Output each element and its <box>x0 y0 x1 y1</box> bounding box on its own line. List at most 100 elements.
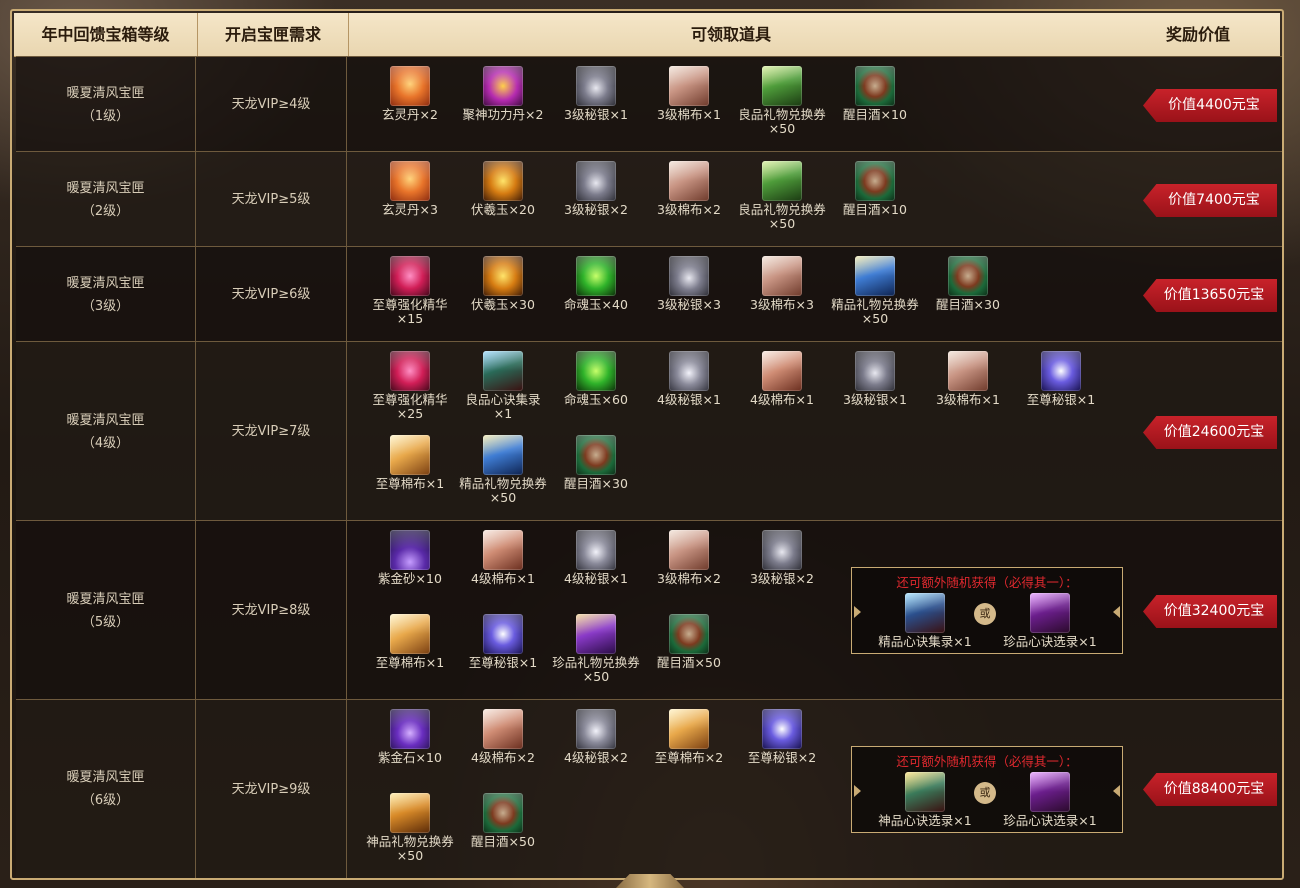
reward-item[interactable]: 醒目酒×50 <box>457 793 549 849</box>
reward-item[interactable]: 4级棉布×1 <box>457 530 549 586</box>
reward-item[interactable]: 3级棉布×3 <box>736 256 828 312</box>
supreme-silver-icon <box>483 614 523 654</box>
supreme-cloth-icon <box>390 614 430 654</box>
box-level-cell: 暖夏清风宝匣 （6级） <box>16 700 195 878</box>
column-divider <box>346 152 347 247</box>
reward-item[interactable]: 4级秘银×1 <box>643 351 735 407</box>
reward-item[interactable]: 至尊强化精华×25 <box>364 351 456 421</box>
reward-item[interactable]: 至尊棉布×2 <box>643 709 735 765</box>
reward-item-label: 醒目酒×10 <box>843 107 907 122</box>
supreme-essence-icon <box>390 256 430 296</box>
reward-item-label: 4级棉布×1 <box>750 392 814 407</box>
reward-item[interactable]: 命魂玉×60 <box>550 351 642 407</box>
silver-3-icon <box>762 530 802 570</box>
reward-item[interactable]: 4级棉布×2 <box>457 709 549 765</box>
reward-item-label: 至尊强化精华×15 <box>372 297 448 326</box>
reward-item-label: 3级棉布×1 <box>936 392 1000 407</box>
reward-value-badge: 价值32400元宝 <box>1143 595 1277 628</box>
extra-reward-item[interactable]: 珍品心诀选录×1 <box>995 593 1105 649</box>
reward-item[interactable]: 命魂玉×40 <box>550 256 642 312</box>
reward-item-label: 3级秘银×3 <box>657 297 721 312</box>
reward-item[interactable]: 3级秘银×2 <box>736 530 828 586</box>
reward-item[interactable]: 4级棉布×1 <box>736 351 828 407</box>
reward-item[interactable]: 聚神功力丹×2 <box>457 66 549 122</box>
reward-item[interactable]: 精品礼物兑换券×50 <box>457 435 549 505</box>
reward-item-label: 精品礼物兑换券×50 <box>831 297 919 326</box>
reward-item[interactable]: 醒目酒×10 <box>829 161 921 217</box>
extra-reward-label: 珍品心诀选录×1 <box>1003 813 1097 828</box>
silver-3-icon <box>855 351 895 391</box>
box-name: 暖夏清风宝匣 <box>66 591 145 607</box>
supreme-cloth-icon <box>390 435 430 475</box>
reward-item[interactable]: 3级棉布×2 <box>643 530 735 586</box>
reward-item[interactable]: 伏羲玉×20 <box>457 161 549 217</box>
table-header: 年中回馈宝箱等级 开启宝匣需求 可领取道具 奖励价值 <box>14 13 1280 57</box>
reward-item[interactable]: 醒目酒×30 <box>922 256 1014 312</box>
reward-item[interactable]: 至尊秘银×2 <box>736 709 828 765</box>
reward-item[interactable]: 至尊强化精华×15 <box>364 256 456 326</box>
extra-reward-item[interactable]: 珍品心诀选录×1 <box>995 772 1105 828</box>
reward-item[interactable]: 3级秘银×2 <box>550 161 642 217</box>
requirement-cell: 天龙VIP≥7级 <box>196 342 346 521</box>
reward-item[interactable]: 4级秘银×1 <box>550 530 642 586</box>
reward-item[interactable]: 玄灵丹×2 <box>364 66 456 122</box>
reward-item[interactable]: 精品礼物兑换券×50 <box>829 256 921 326</box>
reward-item[interactable]: 醒目酒×50 <box>643 614 735 670</box>
silver-3-icon <box>576 161 616 201</box>
box-level: （5级） <box>81 614 130 630</box>
reward-item[interactable]: 醒目酒×10 <box>829 66 921 122</box>
reward-item[interactable]: 至尊秘银×1 <box>1015 351 1107 407</box>
table-row: 暖夏清风宝匣 （3级） 天龙VIP≥6级 至尊强化精华×15 伏羲玉×30 命魂玉×40 3… <box>16 246 1282 342</box>
table-row: 暖夏清风宝匣 （5级） 天龙VIP≥8级 紫金砂×10 4级棉布×1 4级秘银×1 3级棉布… <box>16 520 1282 700</box>
reward-item[interactable]: 3级秘银×1 <box>550 66 642 122</box>
cloth-3-icon <box>669 66 709 106</box>
reward-item[interactable]: 至尊秘银×1 <box>457 614 549 670</box>
box-level-cell: 暖夏清风宝匣 （4级） <box>16 342 195 521</box>
reward-item[interactable]: 良品礼物兑换券×50 <box>736 161 828 231</box>
reward-item[interactable]: 3级棉布×1 <box>643 66 735 122</box>
xuanling-pill-icon <box>390 161 430 201</box>
right-arrow-icon <box>1113 785 1120 797</box>
box-level-cell: 暖夏清风宝匣 （5级） <box>16 521 195 700</box>
box-level-cell: 暖夏清风宝匣 （2级） <box>16 152 195 247</box>
reward-item-label: 4级棉布×1 <box>471 571 535 586</box>
right-arrow-icon <box>1113 606 1120 618</box>
reward-item-label: 3级秘银×1 <box>564 107 628 122</box>
reward-item-label: 聚神功力丹×2 <box>462 107 544 122</box>
reward-item[interactable]: 3级秘银×1 <box>829 351 921 407</box>
reward-item[interactable]: 3级秘银×3 <box>643 256 735 312</box>
cloth-3-icon <box>948 351 988 391</box>
reward-item[interactable]: 良品礼物兑换券×50 <box>736 66 828 136</box>
reward-item[interactable]: 3级棉布×2 <box>643 161 735 217</box>
reward-item[interactable]: 神品礼物兑换券×50 <box>364 793 456 863</box>
reward-item-label: 紫金石×10 <box>378 750 442 765</box>
reward-item[interactable]: 良品心诀集录×1 <box>457 351 549 421</box>
cloth-4-icon <box>483 709 523 749</box>
reward-item[interactable]: 紫金石×10 <box>364 709 456 765</box>
reward-item-label: 3级秘银×2 <box>564 202 628 217</box>
xinjue-fine-icon <box>905 593 945 633</box>
gift-voucher-rare-icon <box>576 614 616 654</box>
fuxi-jade-icon <box>483 256 523 296</box>
reward-item[interactable]: 至尊棉布×1 <box>364 614 456 670</box>
column-divider <box>346 57 347 152</box>
reward-value-badge: 价值13650元宝 <box>1143 279 1277 312</box>
reward-item[interactable]: 至尊棉布×1 <box>364 435 456 491</box>
reward-item[interactable]: 醒目酒×30 <box>550 435 642 491</box>
reward-item[interactable]: 3级棉布×1 <box>922 351 1014 407</box>
extra-reward-item[interactable]: 神品心诀选录×1 <box>870 772 980 828</box>
reward-item[interactable]: 玄灵丹×3 <box>364 161 456 217</box>
reward-item[interactable]: 紫金砂×10 <box>364 530 456 586</box>
reward-item-label: 3级棉布×2 <box>657 571 721 586</box>
extra-reward-item[interactable]: 精品心诀集录×1 <box>870 593 980 649</box>
gift-voucher-fine-icon <box>855 256 895 296</box>
reward-item[interactable]: 伏羲玉×30 <box>457 256 549 312</box>
reward-item[interactable]: 珍品礼物兑换券×50 <box>550 614 642 684</box>
minghun-jade-icon <box>576 256 616 296</box>
reward-item[interactable]: 4级秘银×2 <box>550 709 642 765</box>
reward-item-label: 紫金砂×10 <box>378 571 442 586</box>
supreme-cloth-icon <box>669 709 709 749</box>
xinjue-divine-icon <box>905 772 945 812</box>
reward-item-label: 醒目酒×30 <box>936 297 1000 312</box>
cloth-4-icon <box>762 351 802 391</box>
